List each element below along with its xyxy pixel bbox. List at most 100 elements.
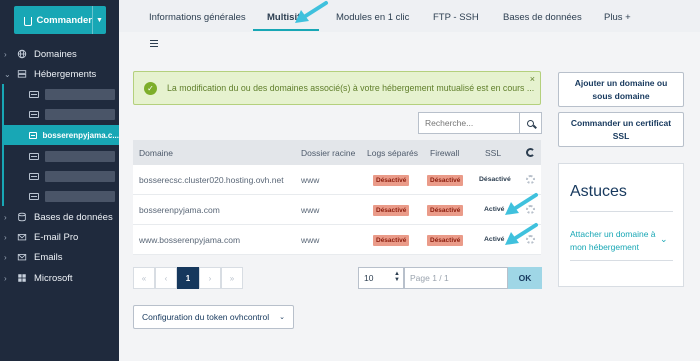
ssl-status: Activé [484,236,505,243]
sidebar: Commander ▼ › Domaines ⌄ Hébergements bo… [0,0,119,361]
order-ssl-button[interactable]: Commander un certificat SSL [558,112,684,147]
tab-bases-de-donnees[interactable]: Bases de données [503,12,582,23]
hosting-item[interactable] [4,166,119,186]
menu-icon[interactable] [150,40,158,47]
status-badge: Désactivé [427,175,464,186]
chevron-down-icon[interactable]: ⌄ [660,234,668,245]
prev-page-button[interactable]: ‹ [155,267,177,289]
server-icon [29,152,39,160]
ok-button[interactable]: OK [508,267,542,289]
chevron-right-icon: › [4,273,7,283]
status-badge: Désactivé [373,235,410,246]
chevron-down-icon[interactable]: ▼ [91,6,106,34]
sidebar-item-label: E-mail Pro [34,231,79,243]
column-header-domaine[interactable]: Domaine [139,148,173,158]
mail-icon [17,234,27,241]
hosting-icon [17,70,27,78]
first-page-button[interactable]: « [133,267,155,289]
ssl-status: Désactivé [479,176,511,183]
page-label: Page 1 / 1 [410,273,449,283]
check-icon: ✓ [144,81,157,95]
redacted-hosting-name [45,88,115,100]
chevron-right-icon: › [4,252,7,262]
hosting-submenu: bosserenpyjama.c... [0,84,119,206]
tab-modules[interactable]: Modules en 1 clic [336,12,409,23]
active-tab-indicator [253,29,319,31]
search-input[interactable] [418,112,520,134]
sidebar-item-label: Domaines [34,48,77,60]
tab-ftp-ssh[interactable]: FTP - SSH [433,12,479,23]
hosting-item[interactable] [4,104,119,124]
cell-root: www [301,175,320,185]
redacted-hosting-name [45,190,115,202]
page-size-value: 10 [364,273,374,283]
gear-icon[interactable] [526,175,535,184]
commander-button[interactable]: Commander ▼ [14,6,106,34]
cell-domain: www.bosserenpyjama.com [139,235,241,245]
mail-icon [17,254,27,261]
alert-message: La modification du ou des domaines assoc… [167,83,535,93]
status-badge: Désactivé [373,205,410,216]
hosting-item-active[interactable]: bosserenpyjama.c... [4,125,119,145]
sidebar-item-microsoft[interactable]: › Microsoft [0,268,119,288]
chevron-down-icon: ⌄ [279,314,285,321]
close-icon[interactable]: × [530,74,535,84]
tab-bar: Informations générales Multisite Modules… [119,0,700,32]
refresh-icon[interactable] [526,148,535,157]
server-icon [29,90,39,98]
cart-icon [24,16,32,26]
divider [570,260,673,261]
sidebar-item-email-pro[interactable]: › E-mail Pro [0,227,119,247]
tab-informations-generales[interactable]: Informations générales [149,12,246,23]
cell-domain: bosserenpyjama.com [139,205,220,215]
globe-icon [17,49,27,59]
column-header-dossier-racine[interactable]: Dossier racine [301,148,355,158]
sidebar-item-bases-de-donnees[interactable]: › Bases de données [0,207,119,227]
redacted-hosting-name [45,150,115,162]
gear-icon[interactable] [526,205,535,214]
server-icon [29,131,37,139]
sidebar-item-label: Bases de données [34,211,113,223]
stepper-icon: ▲ ▼ [394,271,400,283]
search-button[interactable] [520,112,542,134]
divider [570,211,673,212]
sidebar-item-label: Microsoft [34,272,73,284]
sidebar-item-hebergements[interactable]: ⌄ Hébergements [0,64,119,84]
current-page-button[interactable]: 1 [177,267,199,289]
redacted-hosting-name [45,170,115,182]
page-size-select[interactable]: 10 ▲ ▼ [358,267,404,289]
hosting-item[interactable] [4,186,119,206]
status-badge: Désactivé [427,205,464,216]
token-config-label: Configuration du token ovhcontrol [142,312,270,322]
server-icon [29,110,39,118]
column-header-logs[interactable]: Logs séparés [367,148,418,158]
tab-plus[interactable]: Plus + [604,12,631,23]
chevron-right-icon: › [4,232,7,242]
cell-root: www [301,205,320,215]
hosting-item[interactable] [4,146,119,166]
status-badge: Désactivé [427,235,464,246]
page-input[interactable]: Page 1 / 1 [404,267,508,289]
chevron-right-icon: › [4,49,7,59]
server-icon [29,172,39,180]
database-icon [18,212,26,222]
hosting-item[interactable] [4,84,119,104]
redacted-hosting-name [45,108,115,120]
tips-link[interactable]: Attacher un domaine à mon hébergement [570,228,660,254]
next-page-button[interactable]: › [199,267,221,289]
gear-icon[interactable] [526,235,535,244]
column-header-ssl[interactable]: SSL [485,148,501,158]
sidebar-item-emails[interactable]: › Emails [0,247,119,267]
tips-panel: Astuces Attacher un domaine à mon héberg… [558,163,684,287]
tab-multisite[interactable]: Multisite [267,12,306,23]
multisite-table: Domaine Dossier racine Logs séparés Fire… [133,140,541,255]
sidebar-item-domaines[interactable]: › Domaines [0,44,119,64]
token-config-button[interactable]: Configuration du token ovhcontrol ⌄ [133,305,294,329]
column-header-firewall[interactable]: Firewall [430,148,459,158]
add-domain-button[interactable]: Ajouter un domaine ou sous domaine [558,72,684,107]
success-alert: ✓ La modification du ou des domaines ass… [133,71,541,105]
last-page-button[interactable]: » [221,267,243,289]
server-icon [29,192,39,200]
search-icon [527,119,534,127]
table-row: www.bosserenpyjama.com www Désactivé Dés… [133,225,541,255]
